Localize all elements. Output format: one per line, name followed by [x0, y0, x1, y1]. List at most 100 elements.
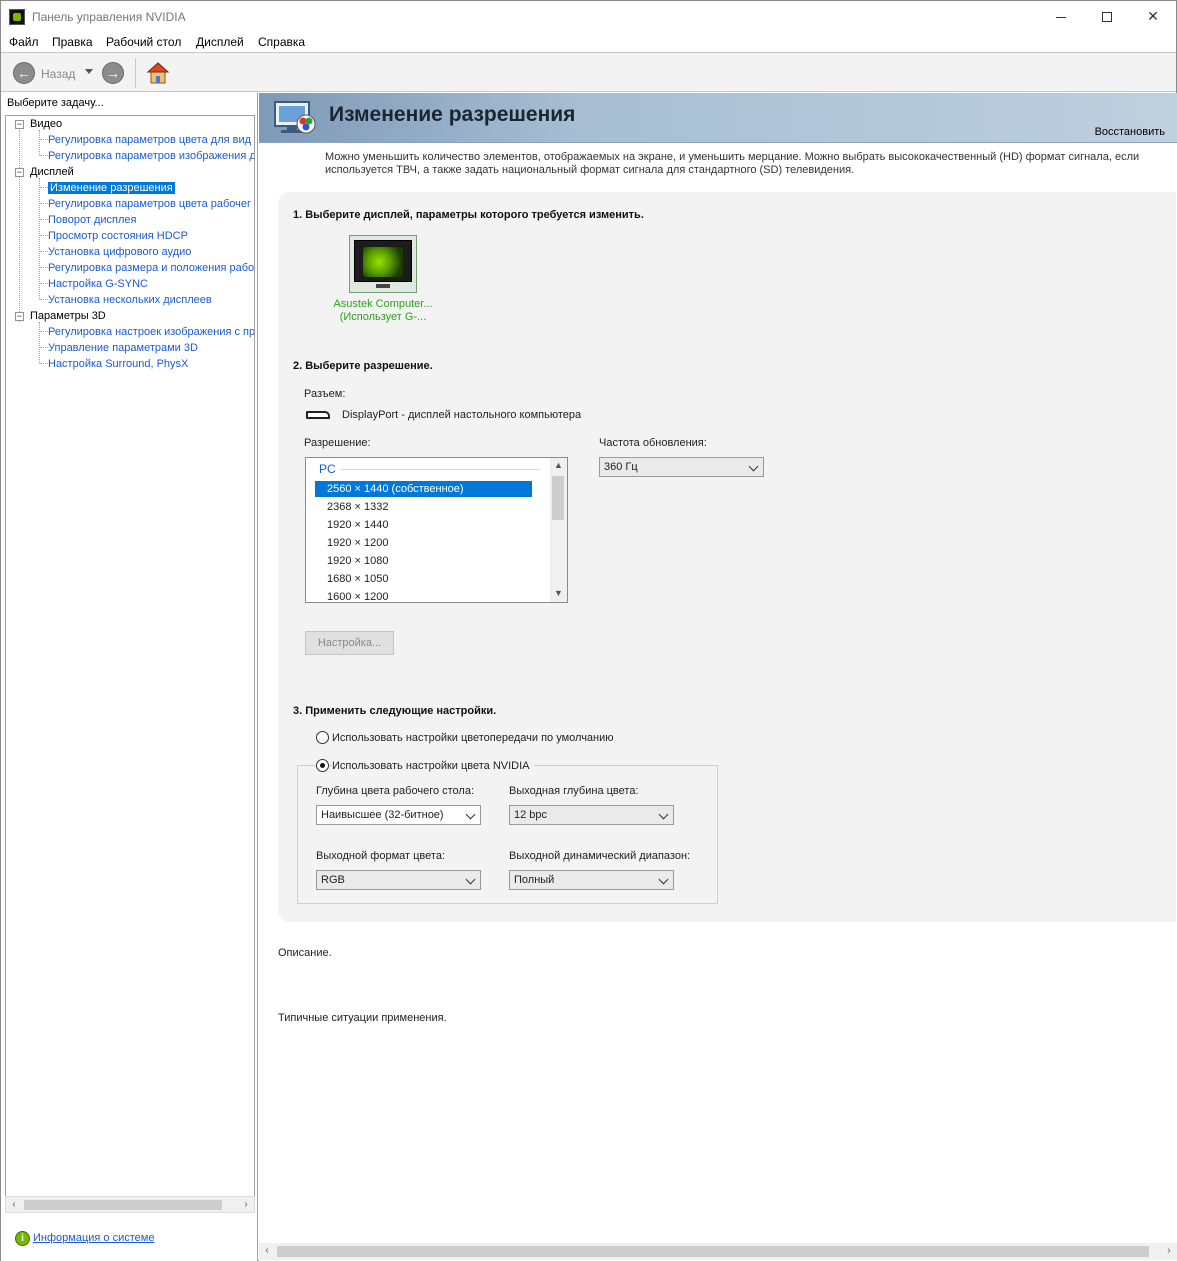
tree-item-video-image[interactable]: Регулировка параметров изображения д — [48, 148, 254, 164]
minimize-icon — [1056, 16, 1066, 18]
tree-node-video[interactable]: Видео — [30, 116, 62, 132]
scroll-thumb[interactable] — [552, 476, 564, 520]
tree-line — [40, 219, 48, 220]
tree-line — [40, 347, 48, 348]
scroll-thumb[interactable] — [24, 1200, 222, 1210]
menu-display[interactable]: Дисплей — [196, 35, 244, 49]
scroll-up-icon[interactable]: ▲ — [550, 458, 567, 472]
resolution-option[interactable]: 2368 × 1332 — [315, 499, 532, 515]
customize-button[interactable]: Настройка... — [305, 631, 394, 655]
resolution-option[interactable]: 1680 × 1050 — [315, 571, 532, 587]
radio-nvidia-color-label[interactable]: Использовать настройки цвета NVIDIA — [332, 760, 534, 772]
menu-help[interactable]: Справка — [258, 35, 305, 49]
chevron-down-icon — [466, 871, 476, 889]
tree-line — [39, 130, 40, 156]
scroll-right-icon[interactable]: › — [238, 1197, 254, 1212]
dynamic-range-label: Выходной динамический диапазон: — [509, 850, 691, 862]
displayport-icon — [306, 411, 330, 419]
scroll-thumb[interactable] — [277, 1246, 1149, 1257]
resolution-scrollbar[interactable]: ▲ ▼ — [550, 458, 567, 602]
home-icon[interactable] — [146, 61, 170, 85]
output-format-select[interactable]: RGB — [316, 870, 481, 890]
radio-nvidia-color[interactable] — [316, 759, 329, 772]
forward-button[interactable]: → — [102, 62, 124, 84]
maximize-icon — [1102, 12, 1112, 23]
connector-value: DisplayPort - дисплей настольного компью… — [342, 409, 582, 421]
resolution-option[interactable]: 1600 × 1200 — [315, 589, 532, 602]
resolution-option[interactable]: 1920 × 1440 — [315, 517, 532, 533]
page-header: Изменение разрешения Восстановить — [259, 93, 1177, 143]
back-label[interactable]: Назад — [41, 67, 75, 81]
tree-collapse-display[interactable]: − — [15, 168, 24, 177]
tree-line — [40, 299, 48, 300]
task-tree[interactable]: − Видео Регулировка параметров цвета для… — [5, 115, 255, 1205]
arrow-right-icon: → — [106, 65, 120, 81]
scroll-right-icon[interactable]: › — [1161, 1243, 1177, 1258]
maximize-button[interactable] — [1084, 1, 1130, 32]
chevron-down-icon — [466, 806, 476, 824]
tree-line — [40, 331, 48, 332]
info-icon: i — [15, 1231, 30, 1246]
radio-default-color[interactable] — [316, 731, 329, 744]
display-tile-asustek[interactable] — [349, 235, 417, 293]
step3-heading: 3. Применить следующие настройки. — [293, 705, 497, 717]
tree-collapse-video[interactable]: − — [15, 120, 24, 129]
radio-default-color-label[interactable]: Использовать настройки цветопередачи по … — [332, 732, 614, 744]
scroll-left-icon[interactable]: ‹ — [6, 1197, 22, 1212]
tree-item-desktop-color[interactable]: Регулировка параметров цвета рабочег — [48, 196, 251, 212]
minimize-button[interactable] — [1038, 1, 1084, 32]
resolution-option[interactable]: 1920 × 1200 — [315, 535, 532, 551]
step1-heading: 1. Выберите дисплей, параметры которого … — [293, 209, 644, 221]
resolution-option[interactable]: 2560 × 1440 (собственное) — [315, 481, 532, 497]
menu-desktop[interactable]: Рабочий стол — [106, 35, 181, 49]
task-pane-label: Выберите задачу... — [7, 97, 104, 109]
menu-edit[interactable]: Правка — [52, 35, 93, 49]
scroll-down-icon[interactable]: ▼ — [550, 586, 567, 600]
refresh-rate-label: Частота обновления: — [599, 437, 707, 449]
usage-label: Типичные ситуации применения. — [278, 1012, 447, 1024]
restore-defaults-button[interactable]: Восстановить — [1095, 126, 1165, 138]
tree-item-3d-manage[interactable]: Управление параметрами 3D — [48, 340, 198, 356]
tree-item-multiple-displays[interactable]: Установка нескольких дисплеев — [48, 292, 212, 308]
tree-item-change-resolution-label: Изменение разрешения — [48, 182, 175, 194]
arrow-left-icon: ← — [17, 65, 31, 81]
scroll-left-icon[interactable]: ‹ — [259, 1243, 275, 1258]
refresh-rate-select[interactable]: 360 Гц — [599, 457, 764, 477]
tree-line — [40, 363, 48, 364]
monitor-stand — [376, 284, 390, 288]
resolution-option[interactable]: 1920 × 1080 — [315, 553, 532, 569]
tree-item-hdcp-status[interactable]: Просмотр состояния HDCP — [48, 228, 188, 244]
tree-line — [39, 178, 40, 300]
tree-item-video-color[interactable]: Регулировка параметров цвета для вид — [48, 132, 251, 148]
tree-line — [40, 251, 48, 252]
tree-item-gsync[interactable]: Настройка G-SYNC — [48, 276, 148, 292]
tree-line — [40, 235, 48, 236]
tree-item-change-resolution[interactable]: Изменение разрешения — [48, 180, 175, 196]
tree-item-digital-audio[interactable]: Установка цифрового аудио — [48, 244, 191, 260]
display-name[interactable]: Asustek Computer... (Использует G-... — [318, 298, 448, 324]
tree-item-rotate-display[interactable]: Поворот дисплея — [48, 212, 136, 228]
tree-item-surround-physx[interactable]: Настройка Surround, PhysX — [48, 356, 188, 372]
menu-file[interactable]: Файл — [9, 35, 39, 49]
resolution-listbox[interactable]: PC 2560 × 1440 (собственное) 2368 × 1332… — [305, 457, 568, 603]
tree-node-3d[interactable]: Параметры 3D — [30, 308, 106, 324]
tree-item-3d-image[interactable]: Регулировка настроек изображения с пр — [48, 324, 254, 340]
desktop-depth-value: Наивысшее (32-битное) — [321, 809, 444, 821]
dynamic-range-select[interactable]: Полный — [509, 870, 674, 890]
tree-horizontal-scrollbar[interactable]: ‹ › — [5, 1196, 255, 1213]
content-pane: Изменение разрешения Восстановить Можно … — [259, 93, 1177, 1261]
history-dropdown-icon[interactable] — [85, 69, 93, 74]
output-depth-select[interactable]: 12 bpc — [509, 805, 674, 825]
system-info-link[interactable]: Информация о системе — [33, 1232, 154, 1244]
tree-collapse-3d[interactable]: − — [15, 312, 24, 321]
content-horizontal-scrollbar[interactable]: ‹ › — [259, 1243, 1177, 1260]
output-format-label: Выходной формат цвета: — [316, 850, 445, 862]
tree-item-desktop-size[interactable]: Регулировка размера и положения рабо — [48, 260, 254, 276]
back-button[interactable]: ← — [13, 62, 35, 84]
tree-node-display[interactable]: Дисплей — [30, 164, 74, 180]
tree-line — [40, 139, 48, 140]
close-button[interactable]: ✕ — [1130, 1, 1176, 32]
desktop-depth-select[interactable]: Наивысшее (32-битное) — [316, 805, 481, 825]
description-label: Описание. — [278, 947, 332, 959]
nvidia-app-icon — [9, 9, 25, 25]
